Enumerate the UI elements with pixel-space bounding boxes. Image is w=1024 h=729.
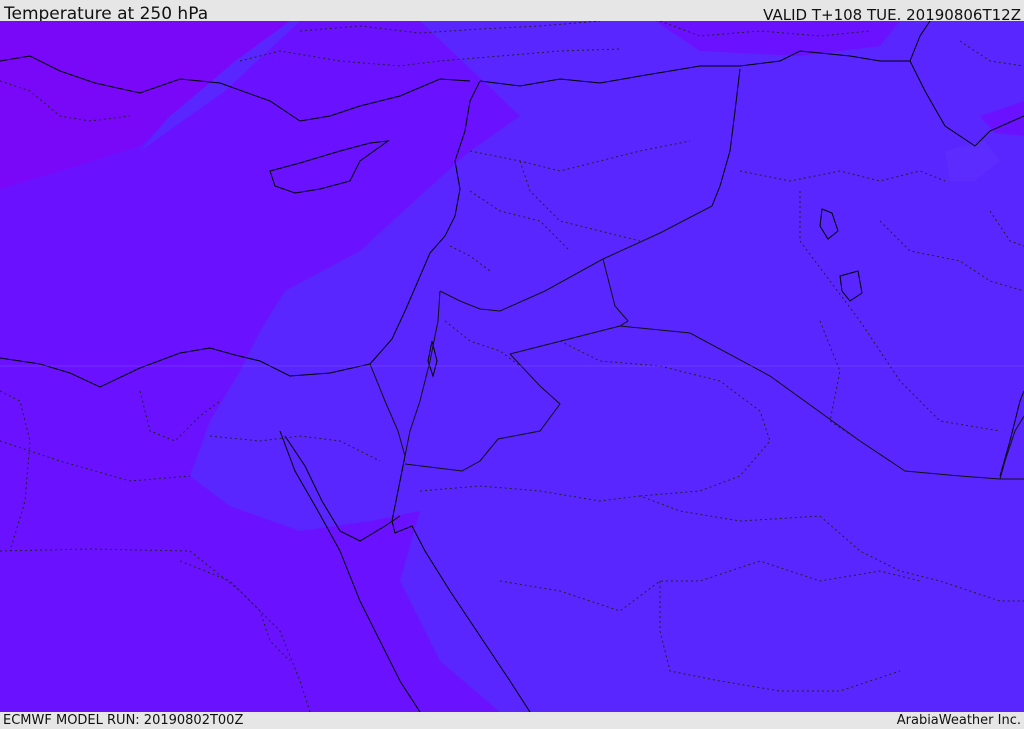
model-run-label: ECMWF MODEL RUN: 20190802T00Z <box>3 713 244 728</box>
footer-bar: ECMWF MODEL RUN: 20190802T00Z ArabiaWeat… <box>0 712 1024 729</box>
title-bar: Temperature at 250 hPa VALID T+108 TUE. … <box>0 0 1024 24</box>
weather-map[interactable] <box>0 21 1024 712</box>
map-canvas <box>0 21 1024 712</box>
credit-label: ArabiaWeather Inc. <box>896 713 1021 728</box>
